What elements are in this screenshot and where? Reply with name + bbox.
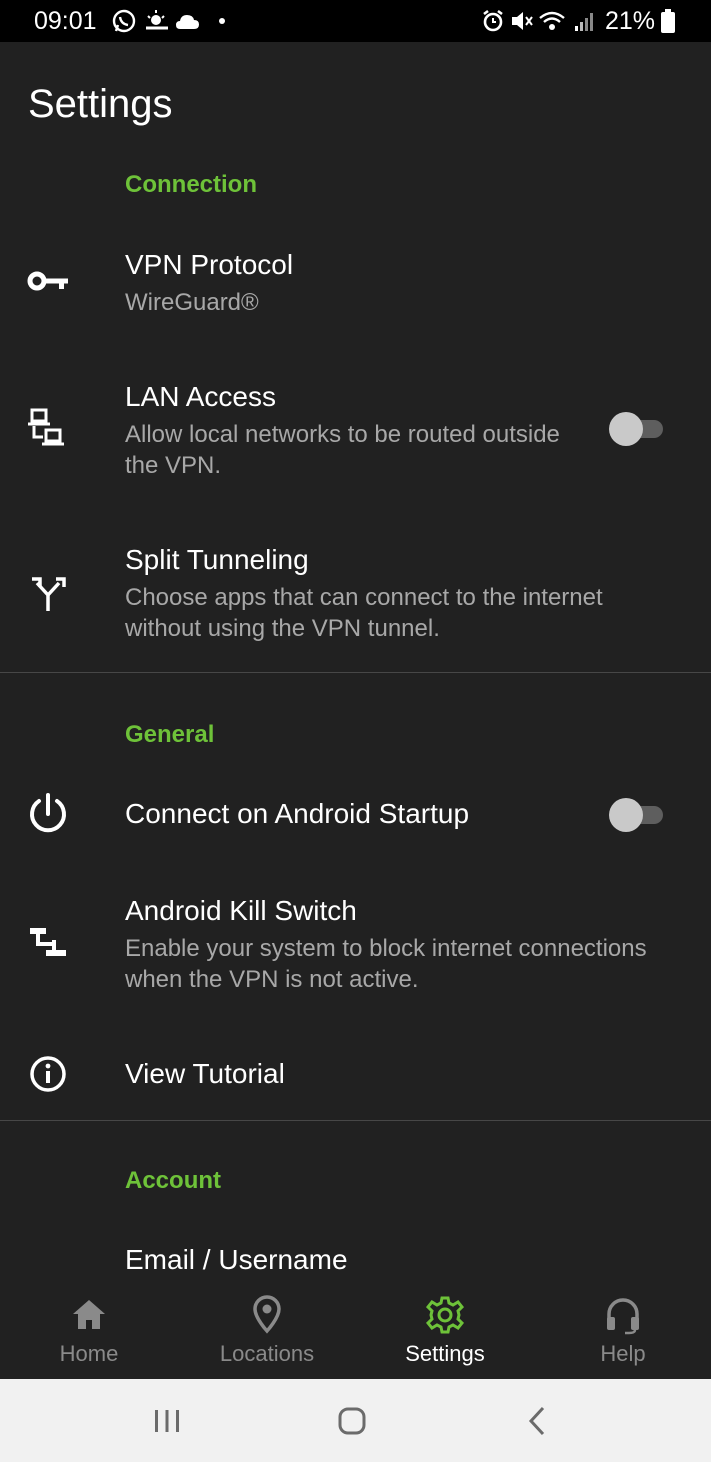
battery-icon xyxy=(661,9,675,33)
status-time: 09:01 xyxy=(34,7,97,35)
status-bar: 09:01 21% xyxy=(0,0,711,42)
back-icon[interactable] xyxy=(518,1401,558,1441)
page-title: Settings xyxy=(28,82,173,126)
lan-access-toggle[interactable] xyxy=(609,412,665,446)
wifi-icon xyxy=(539,11,565,30)
setting-split-tunneling[interactable]: Split Tunneling Choose apps that can con… xyxy=(0,535,711,655)
bottom-navigation: Home Locations Settings Help xyxy=(0,1283,711,1379)
weather-icon xyxy=(146,10,168,30)
key-icon xyxy=(27,271,68,291)
vpn-protocol-title: VPN Protocol xyxy=(125,249,294,280)
connect-on-startup-toggle[interactable] xyxy=(609,798,665,832)
status-notification-icons xyxy=(112,9,225,33)
view-tutorial-title: View Tutorial xyxy=(125,1058,285,1089)
setting-kill-switch[interactable]: Android Kill Switch Enable your system t… xyxy=(0,886,711,1006)
setting-email-username[interactable]: Email / Username xyxy=(0,1232,711,1282)
whatsapp-icon xyxy=(112,9,136,33)
connect-on-startup-title: Connect on Android Startup xyxy=(125,798,470,829)
setting-lan-access[interactable]: LAN Access Allow local networks to be ro… xyxy=(0,372,711,492)
status-system-icons xyxy=(483,9,593,32)
system-navigation-bar xyxy=(0,1379,711,1462)
split-tunneling-title: Split Tunneling xyxy=(125,544,309,575)
nav-home-label: Home xyxy=(59,1341,119,1366)
kill-switch-icon xyxy=(30,928,66,956)
nav-help[interactable]: Help xyxy=(534,1283,711,1379)
kill-switch-subtitle: Enable your system to block internet con… xyxy=(125,935,647,993)
email-username-title: Email / Username xyxy=(125,1244,348,1275)
power-icon xyxy=(30,793,66,833)
lan-access-subtitle: Allow local networks to be routed outsid… xyxy=(125,421,560,479)
signal-icon xyxy=(575,13,593,31)
gear-icon xyxy=(425,1296,465,1334)
setting-view-tutorial[interactable]: View Tutorial xyxy=(0,1044,711,1108)
nav-locations-label: Locations xyxy=(219,1341,315,1366)
lan-access-title: LAN Access xyxy=(125,381,276,412)
nav-help-label: Help xyxy=(600,1341,646,1366)
location-pin-icon xyxy=(253,1295,281,1334)
section-header-connection: Connection xyxy=(125,171,257,198)
nav-settings[interactable]: Settings xyxy=(356,1283,534,1379)
more-notifications-dot xyxy=(219,18,225,24)
section-divider xyxy=(0,672,711,673)
mute-icon xyxy=(512,12,533,30)
nav-locations[interactable]: Locations xyxy=(178,1283,356,1379)
alarm-icon xyxy=(483,9,503,32)
recent-apps-icon[interactable] xyxy=(147,1401,187,1441)
setting-vpn-protocol[interactable]: VPN Protocol WireGuard® xyxy=(0,240,711,340)
nav-home[interactable]: Home xyxy=(0,1283,178,1379)
nav-settings-label: Settings xyxy=(405,1341,485,1366)
cloud-icon xyxy=(176,15,199,29)
home-icon xyxy=(73,1300,105,1329)
info-icon xyxy=(30,1056,66,1092)
lan-icon xyxy=(28,408,64,446)
section-header-account: Account xyxy=(125,1167,221,1194)
home-circle-icon[interactable] xyxy=(332,1401,372,1441)
section-header-general: General xyxy=(125,721,215,748)
section-divider xyxy=(0,1120,711,1121)
kill-switch-title: Android Kill Switch xyxy=(125,895,357,926)
headset-icon xyxy=(607,1298,639,1335)
battery-percentage: 21% xyxy=(605,7,656,35)
split-icon xyxy=(32,577,66,611)
vpn-protocol-value: WireGuard® xyxy=(125,289,259,316)
setting-connect-on-startup[interactable]: Connect on Android Startup xyxy=(0,784,711,848)
split-tunneling-subtitle: Choose apps that can connect to the inte… xyxy=(125,584,603,642)
